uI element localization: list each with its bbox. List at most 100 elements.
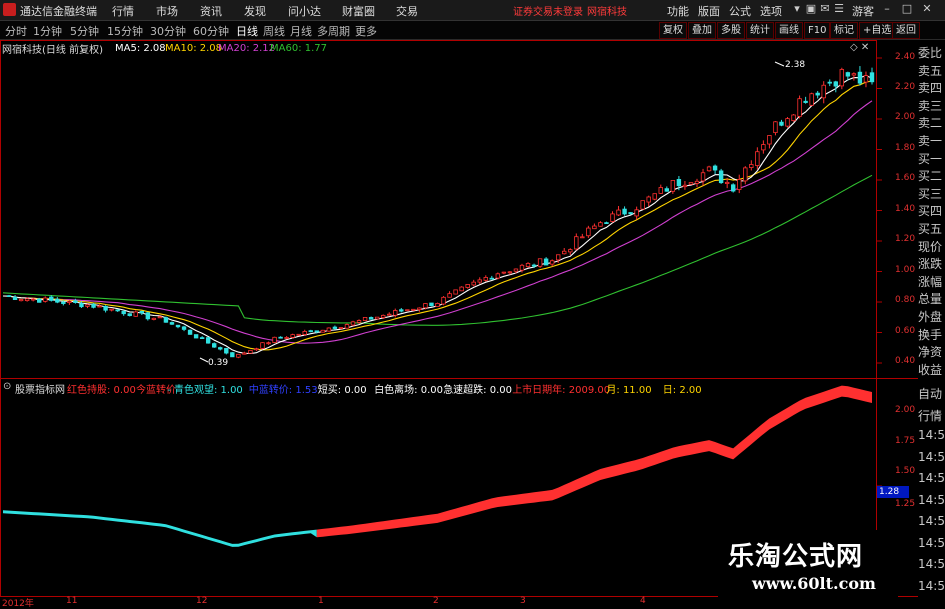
ind-tick: 1.75 <box>895 436 916 446</box>
menu-caifuquan[interactable]: 财富圈 <box>342 3 375 19</box>
app-name: 通达信金融终端 <box>20 5 97 18</box>
candle-body <box>827 81 832 84</box>
side-panel-label: 自动 <box>918 387 943 401</box>
period-month[interactable]: 月线 <box>290 23 312 39</box>
candle-body <box>193 334 199 339</box>
mail-icon[interactable]: ✉ <box>818 2 832 16</box>
candle-body <box>592 225 597 230</box>
ma10-line <box>2 80 873 351</box>
chart-options-icon[interactable]: ◇ ✕ <box>850 42 869 53</box>
btn-diejia[interactable]: 叠加 <box>688 22 716 39</box>
menu-gongshi[interactable]: 公式 <box>729 3 751 19</box>
side-panel-label: 卖一 <box>918 134 943 148</box>
candle-body <box>344 324 350 329</box>
candle-body <box>308 330 313 333</box>
side-panel-label: 行情 <box>918 408 943 423</box>
menu-jiaoyi[interactable]: 交易 <box>396 3 418 19</box>
candle-body <box>863 75 869 83</box>
candle-body <box>616 209 621 216</box>
price-tick: 1.80 <box>895 143 916 153</box>
period-fenshi[interactable]: 分时 <box>5 23 27 39</box>
candle-body <box>815 92 820 96</box>
candle-body <box>212 343 217 348</box>
login-notice[interactable]: 证券交易未登录 <box>513 3 583 18</box>
menu-banmian[interactable]: 版面 <box>698 3 720 19</box>
candle-body <box>501 271 507 274</box>
btn-fuquan[interactable]: 复权 <box>659 22 687 39</box>
candle-body <box>169 322 175 325</box>
candle-body <box>773 121 778 134</box>
indicator-name[interactable]: 股票指标网 <box>15 381 65 396</box>
indicator-settings-icon[interactable]: ⊙ <box>3 381 11 392</box>
candle-body <box>459 286 464 292</box>
candle-body <box>73 300 78 303</box>
candle-body <box>543 258 549 266</box>
side-panel-label: 卖五 <box>918 63 943 78</box>
side-panel-label: 买二 <box>918 169 943 184</box>
menu-faxian[interactable]: 发现 <box>244 3 266 19</box>
candle-body <box>610 213 615 222</box>
menu-gongneng[interactable]: 功能 <box>667 3 689 19</box>
maximize-icon[interactable]: □ <box>900 2 914 16</box>
date-tick: 11 <box>66 596 78 606</box>
btn-f10[interactable]: F10 <box>804 22 831 39</box>
period-1min[interactable]: 1分钟 <box>33 23 62 39</box>
candle-body <box>55 298 60 303</box>
side-panel-label: 卖二 <box>918 116 943 131</box>
menu-zixun[interactable]: 资讯 <box>200 3 222 19</box>
candle-body <box>755 151 760 166</box>
candle-body <box>634 209 639 217</box>
candle-body <box>411 308 416 311</box>
period-more[interactable]: 更多 <box>355 23 377 39</box>
period-15min[interactable]: 15分钟 <box>107 23 143 39</box>
side-panel-label: 净资 <box>918 345 943 360</box>
side-panel-label: 14:5 <box>918 428 945 442</box>
indicator-legend-item: 月: 11.00 <box>606 385 652 396</box>
btn-tongji[interactable]: 统计 <box>746 22 774 39</box>
lock-icon[interactable]: ▣ <box>804 2 818 16</box>
settings-icon[interactable]: ☰ <box>832 2 846 16</box>
minimize-icon[interactable]: – <box>880 2 894 16</box>
period-toolbar: 分时 1分钟 5分钟 15分钟 30分钟 60分钟 日线 周线 月线 多周期 更… <box>0 21 945 40</box>
btn-duogu[interactable]: 多股 <box>717 22 745 39</box>
menu-shichang[interactable]: 市场 <box>156 3 178 19</box>
side-panel-label: 14:5 <box>918 557 945 571</box>
dropdown-icon[interactable]: ▾ <box>790 2 804 16</box>
kline-chart[interactable] <box>0 40 918 609</box>
side-panel-label: 14:5 <box>918 492 945 507</box>
candle-body <box>387 313 392 316</box>
period-30min[interactable]: 30分钟 <box>150 23 186 39</box>
indicator-legend-item: 日: 2.00 <box>662 385 702 396</box>
watermark-title: 乐淘公式网 <box>728 542 864 572</box>
menu-xuanxiang[interactable]: 选项 <box>760 3 782 19</box>
candle-body <box>254 348 259 351</box>
btn-huaxian[interactable]: 画线 <box>775 22 803 39</box>
period-day[interactable]: 日线 <box>236 23 258 39</box>
candle-body <box>447 293 452 298</box>
ma5-line <box>2 75 873 355</box>
menu-wenxiaoda[interactable]: 问小达 <box>288 3 321 19</box>
candle-body <box>248 349 253 354</box>
user-label[interactable]: 游客 <box>852 3 874 19</box>
btn-zixuan[interactable]: +自选 <box>859 22 896 39</box>
candle-body <box>525 263 531 268</box>
candle-body <box>320 329 326 333</box>
candle-body <box>332 326 338 329</box>
period-60min[interactable]: 60分钟 <box>193 23 229 39</box>
candle-body <box>133 311 138 317</box>
candle-body <box>785 118 790 127</box>
menu-hangqing[interactable]: 行情 <box>112 3 134 19</box>
candle-body <box>139 310 144 314</box>
candle-body <box>224 348 229 354</box>
period-week[interactable]: 周线 <box>263 23 285 39</box>
period-multi[interactable]: 多周期 <box>317 23 350 39</box>
candle-body <box>845 72 851 77</box>
period-5min[interactable]: 5分钟 <box>70 23 99 39</box>
side-panel-label: 总量 <box>918 292 943 307</box>
btn-fanhui[interactable]: 返回 <box>892 22 920 39</box>
close-icon[interactable]: ✕ <box>920 2 934 16</box>
candle-body <box>181 326 187 330</box>
side-panel-label: 换手 <box>918 327 943 342</box>
btn-biaoji[interactable]: 标记 <box>830 22 858 39</box>
candle-body <box>622 208 627 215</box>
